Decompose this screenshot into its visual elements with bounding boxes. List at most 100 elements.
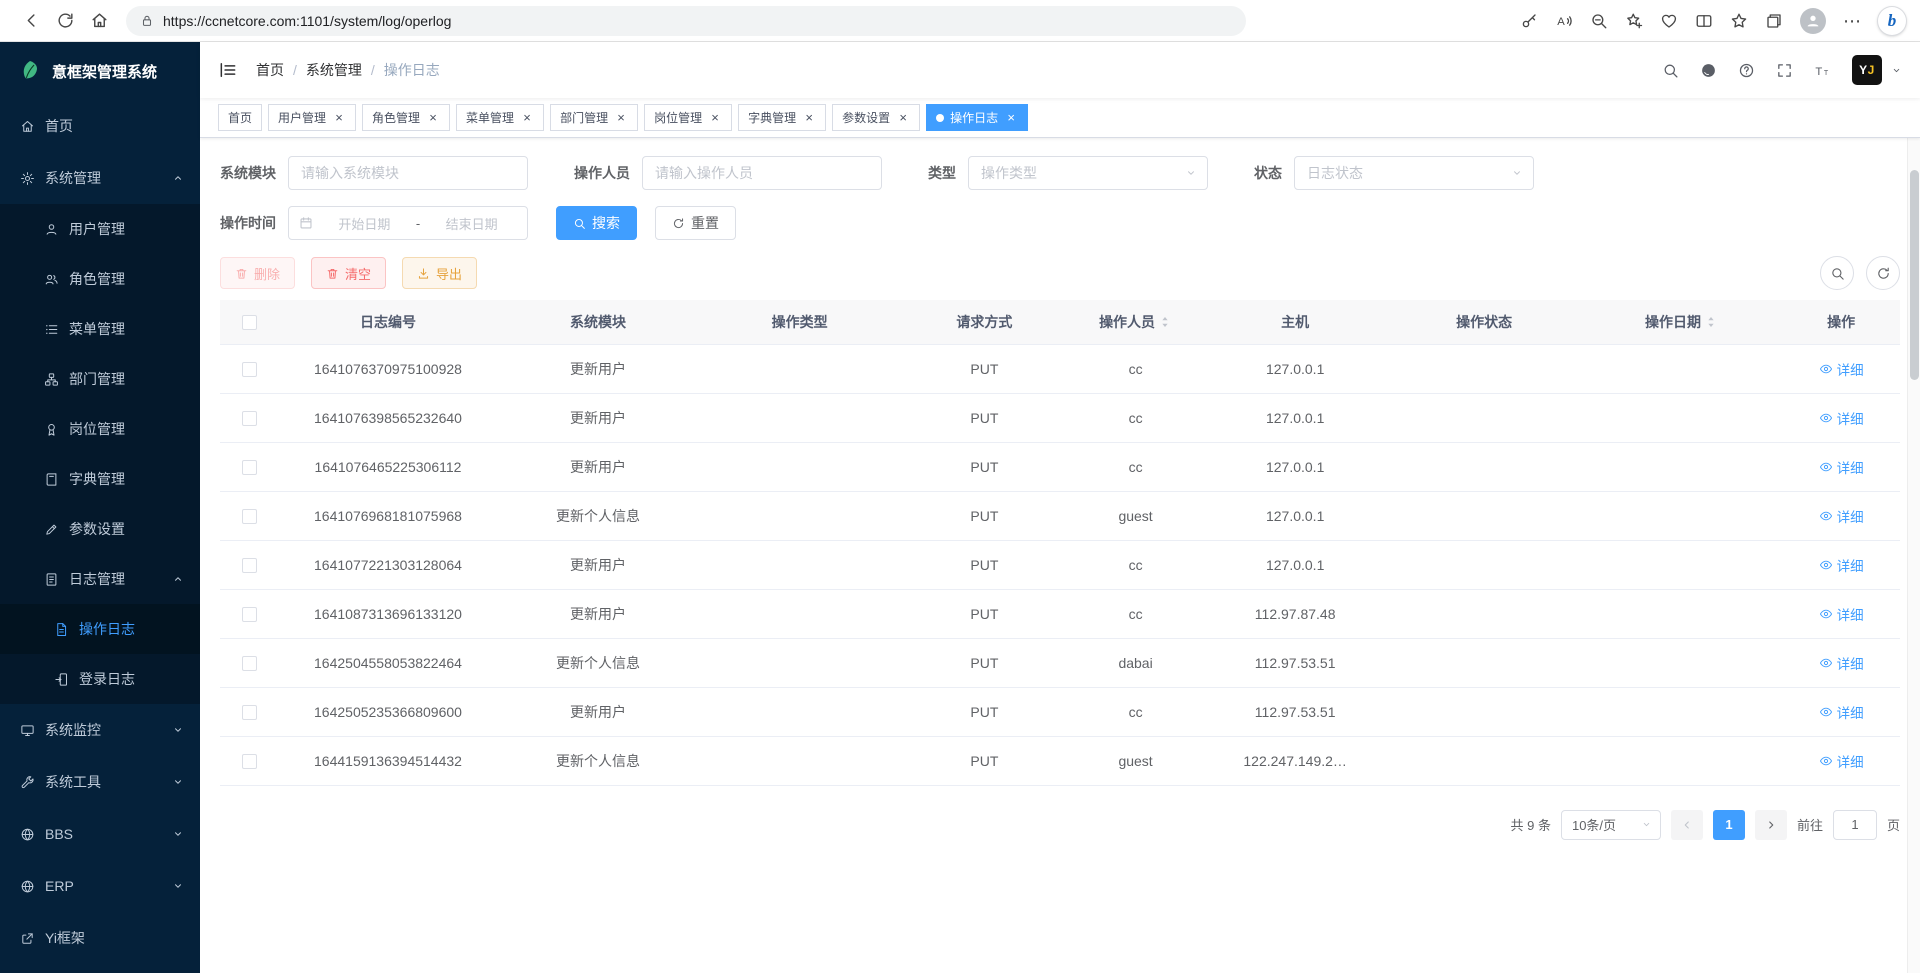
tab-close-icon[interactable]: × <box>520 111 534 125</box>
password-key-icon[interactable] <box>1520 12 1538 30</box>
sidebar-item-oper-log[interactable]: 操作日志 <box>0 604 200 654</box>
font-size-icon[interactable] <box>1814 62 1831 79</box>
browser-home-button[interactable] <box>82 4 116 38</box>
column-header-date[interactable]: 操作日期 <box>1581 300 1783 344</box>
module-input[interactable] <box>288 156 528 190</box>
detail-link[interactable]: 详细 <box>1819 555 1864 575</box>
header-search-icon[interactable] <box>1662 62 1679 79</box>
row-checkbox[interactable] <box>242 656 257 671</box>
operator-input[interactable] <box>642 156 882 190</box>
github-icon[interactable] <box>1700 62 1717 79</box>
prev-page-button[interactable] <box>1671 810 1703 840</box>
search-button[interactable]: 搜索 <box>556 206 637 240</box>
tab-close-icon[interactable]: × <box>1004 111 1018 125</box>
detail-link[interactable]: 详细 <box>1819 604 1864 624</box>
sidebar-item-yi-framework[interactable]: Yi框架 <box>0 912 200 964</box>
sidebar-item-role-mgmt[interactable]: 角色管理 <box>0 254 200 304</box>
detail-link[interactable]: 详细 <box>1819 702 1864 722</box>
tab-param-settings[interactable]: 参数设置× <box>832 104 920 131</box>
read-aloud-icon[interactable] <box>1555 12 1573 30</box>
goto-page-input[interactable] <box>1833 810 1877 840</box>
row-checkbox[interactable] <box>242 411 257 426</box>
browser-essentials-icon[interactable] <box>1660 12 1678 30</box>
fullscreen-icon[interactable] <box>1776 62 1793 79</box>
sidebar-item-dept-mgmt[interactable]: 部门管理 <box>0 354 200 404</box>
sidebar-item-system-mgmt[interactable]: 系统管理 <box>0 152 200 204</box>
detail-link[interactable]: 详细 <box>1819 653 1864 673</box>
show-search-button[interactable] <box>1820 256 1854 290</box>
sidebar-item-post-mgmt[interactable]: 岗位管理 <box>0 404 200 454</box>
collapse-sidebar-button[interactable] <box>218 60 238 80</box>
favorites-icon[interactable] <box>1730 12 1748 30</box>
user-avatar[interactable]: YJ <box>1852 55 1882 85</box>
sidebar-item-user-mgmt[interactable]: 用户管理 <box>0 204 200 254</box>
sidebar-item-menu-mgmt[interactable]: 菜单管理 <box>0 304 200 354</box>
row-checkbox[interactable] <box>242 362 257 377</box>
detail-link[interactable]: 详细 <box>1819 457 1864 477</box>
collections-icon[interactable] <box>1765 12 1783 30</box>
avatar-caret-icon[interactable] <box>1891 65 1902 76</box>
clear-button[interactable]: 清空 <box>311 257 386 289</box>
copilot-bing-icon[interactable]: b <box>1878 7 1906 35</box>
tab-post-mgmt[interactable]: 岗位管理× <box>644 104 732 131</box>
status-select[interactable]: 日志状态 <box>1294 156 1534 190</box>
row-checkbox[interactable] <box>242 558 257 573</box>
reset-button[interactable]: 重置 <box>655 206 736 240</box>
browser-profile-avatar[interactable] <box>1800 8 1826 34</box>
tab-dict-mgmt[interactable]: 字典管理× <box>738 104 826 131</box>
sort-carets-icon[interactable] <box>1158 315 1172 329</box>
export-button[interactable]: 导出 <box>402 257 477 289</box>
tab-menu-mgmt[interactable]: 菜单管理× <box>456 104 544 131</box>
tab-dept-mgmt[interactable]: 部门管理× <box>550 104 638 131</box>
detail-link[interactable]: 详细 <box>1819 408 1864 428</box>
breadcrumb-item[interactable]: 系统管理 <box>306 60 362 80</box>
row-checkbox[interactable] <box>242 607 257 622</box>
sidebar-item-system-monitor[interactable]: 系统监控 <box>0 704 200 756</box>
sidebar-item-login-log[interactable]: 登录日志 <box>0 654 200 704</box>
row-checkbox[interactable] <box>242 705 257 720</box>
row-checkbox[interactable] <box>242 460 257 475</box>
sidebar-item-log-mgmt[interactable]: 日志管理 <box>0 554 200 604</box>
date-range-picker[interactable]: 开始日期 - 结束日期 <box>288 206 528 240</box>
type-select[interactable]: 操作类型 <box>968 156 1208 190</box>
add-favorite-icon[interactable] <box>1625 12 1643 30</box>
tab-oper-log[interactable]: 操作日志× <box>926 104 1028 131</box>
next-page-button[interactable] <box>1755 810 1787 840</box>
sidebar-item-param-settings[interactable]: 参数设置 <box>0 504 200 554</box>
tab-home[interactable]: 首页 <box>218 104 262 131</box>
zoom-out-icon[interactable] <box>1590 12 1608 30</box>
column-header-operator[interactable]: 操作人员 <box>1068 300 1202 344</box>
tab-close-icon[interactable]: × <box>332 111 346 125</box>
tab-close-icon[interactable]: × <box>802 111 816 125</box>
detail-link[interactable]: 详细 <box>1819 359 1864 379</box>
refresh-table-button[interactable] <box>1866 256 1900 290</box>
scrollbar-thumb[interactable] <box>1910 170 1919 380</box>
row-checkbox[interactable] <box>242 754 257 769</box>
select-all-checkbox[interactable] <box>242 315 257 330</box>
row-checkbox[interactable] <box>242 509 257 524</box>
sidebar-item-home[interactable]: 首页 <box>0 100 200 152</box>
page-scrollbar[interactable] <box>1907 42 1920 973</box>
address-bar[interactable]: https://ccnetcore.com:1101/system/log/op… <box>126 6 1246 36</box>
split-screen-icon[interactable] <box>1695 12 1713 30</box>
sidebar-item-erp[interactable]: ERP <box>0 860 200 912</box>
browser-back-button[interactable] <box>14 4 48 38</box>
current-page[interactable]: 1 <box>1713 810 1745 840</box>
tab-role-mgmt[interactable]: 角色管理× <box>362 104 450 131</box>
browser-more-menu-icon[interactable]: ⋯ <box>1843 12 1861 30</box>
browser-refresh-button[interactable] <box>48 4 82 38</box>
tab-user-mgmt[interactable]: 用户管理× <box>268 104 356 131</box>
tab-close-icon[interactable]: × <box>896 111 910 125</box>
tab-close-icon[interactable]: × <box>708 111 722 125</box>
breadcrumb-item[interactable]: 首页 <box>256 60 284 80</box>
tab-close-icon[interactable]: × <box>426 111 440 125</box>
detail-link[interactable]: 详细 <box>1819 751 1864 771</box>
sort-carets-icon[interactable] <box>1704 315 1718 329</box>
detail-link[interactable]: 详细 <box>1819 506 1864 526</box>
help-icon[interactable] <box>1738 62 1755 79</box>
delete-button[interactable]: 删除 <box>220 257 295 289</box>
sidebar-item-system-tools[interactable]: 系统工具 <box>0 756 200 808</box>
page-size-select[interactable]: 10条/页 <box>1561 810 1661 840</box>
sidebar-item-bbs[interactable]: BBS <box>0 808 200 860</box>
sidebar-item-dict-mgmt[interactable]: 字典管理 <box>0 454 200 504</box>
